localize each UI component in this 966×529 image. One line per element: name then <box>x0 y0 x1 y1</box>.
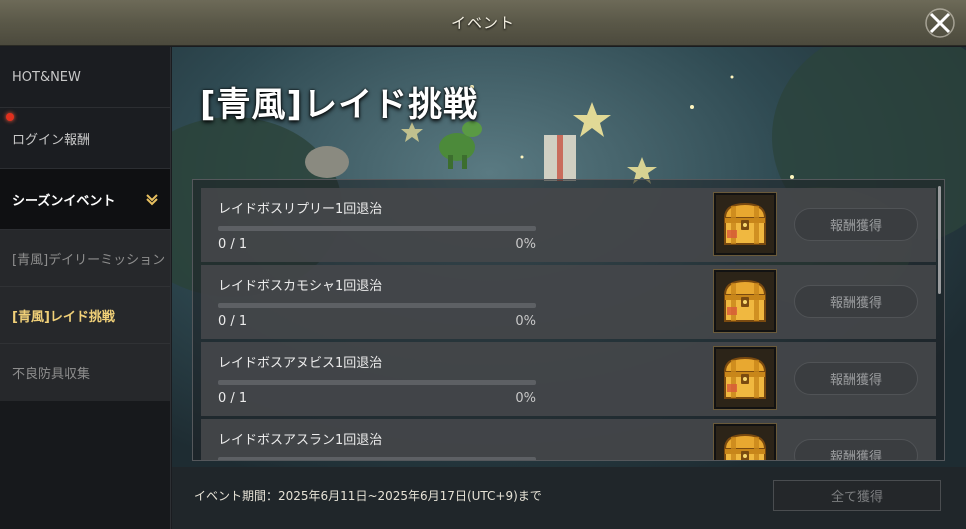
sidebar-item-label: シーズンイベント <box>12 193 116 209</box>
sidebar-subitem-raid-challenge[interactable]: [青風]レイド挑戦 <box>0 287 170 344</box>
sidebar-item-label: HOT&NEW <box>12 69 81 85</box>
main-content: [青風]レイド挑戦 レイドボスリプリー1回退治 0 / 1 0% 報酬獲得 レイ… <box>172 47 966 529</box>
sidebar: HOT&NEW ログイン報酬 シーズンイベント [青風]デイリーミッション [青… <box>0 47 171 529</box>
treasure-chest-icon <box>723 356 767 399</box>
claim-reward-button[interactable]: 報酬獲得 <box>794 208 918 241</box>
treasure-chest-icon <box>723 279 767 322</box>
mission-row: レイドボスリプリー1回退治 0 / 1 0% 報酬獲得 <box>201 188 936 262</box>
sidebar-subitem-label: [青風]デイリーミッション <box>12 252 166 268</box>
mission-list-scrollbar[interactable] <box>938 186 941 294</box>
sidebar-item-hot-new[interactable]: HOT&NEW <box>0 47 170 108</box>
title-bar: イベント <box>0 0 966 46</box>
claim-reward-button[interactable]: 報酬獲得 <box>794 285 918 318</box>
event-period: イベント期間：2025年6月11日~2025年6月17日(UTC+9)まで <box>194 489 542 503</box>
sidebar-item-label: ログイン報酬 <box>12 132 91 148</box>
mission-name: レイドボスアスラン1回退治 <box>218 433 383 448</box>
progress-bar <box>218 226 536 231</box>
page-title: [青風]レイド挑戦 <box>200 85 479 125</box>
window-title: イベント <box>450 14 515 32</box>
close-icon <box>925 8 955 38</box>
mission-name: レイドボスリプリー1回退治 <box>218 202 383 217</box>
progress-count: 0 / 1 <box>218 237 248 252</box>
treasure-chest-icon <box>723 202 767 245</box>
claim-reward-button[interactable]: 報酬獲得 <box>794 439 918 460</box>
season-event-submenu: [青風]デイリーミッション [青風]レイド挑戦 不良防具収集 <box>0 230 170 401</box>
claim-all-button[interactable]: 全て獲得 <box>773 480 941 511</box>
sidebar-item-login-reward[interactable]: ログイン報酬 <box>0 108 170 169</box>
reward-slot[interactable] <box>713 269 777 333</box>
sidebar-subitem-daily-mission[interactable]: [青風]デイリーミッション <box>0 230 170 287</box>
sidebar-subitem-armor-collection[interactable]: 不良防具収集 <box>0 344 170 401</box>
mission-row: レイドボスアヌビス1回退治 0 / 1 0% 報酬獲得 <box>201 342 936 416</box>
mission-name: レイドボスカモシャ1回退治 <box>218 279 383 294</box>
reward-slot[interactable] <box>713 192 777 256</box>
chevron-down-icon <box>146 194 158 206</box>
reward-slot[interactable] <box>713 346 777 410</box>
mission-name: レイドボスアヌビス1回退治 <box>218 356 383 371</box>
sidebar-subitem-label: 不良防具収集 <box>12 367 91 382</box>
mission-list[interactable]: レイドボスリプリー1回退治 0 / 1 0% 報酬獲得 レイドボスカモシャ1回退… <box>192 179 945 461</box>
progress-bar <box>218 303 536 308</box>
notification-badge <box>6 113 14 121</box>
close-button[interactable] <box>924 7 956 39</box>
progress-percent: 0% <box>515 391 536 406</box>
progress-bar <box>218 380 536 385</box>
mission-row: レイドボスカモシャ1回退治 0 / 1 0% 報酬獲得 <box>201 265 936 339</box>
mission-row: レイドボスアスラン1回退治 0 / 1 0% 報酬獲得 <box>201 419 936 460</box>
sidebar-item-season-event[interactable]: シーズンイベント <box>0 169 170 230</box>
progress-bar <box>218 457 536 460</box>
reward-slot[interactable] <box>713 423 777 460</box>
progress-count: 0 / 1 <box>218 391 248 406</box>
sidebar-subitem-label: [青風]レイド挑戦 <box>12 309 115 325</box>
treasure-chest-icon <box>723 433 767 460</box>
claim-reward-button[interactable]: 報酬獲得 <box>794 362 918 395</box>
progress-count: 0 / 1 <box>218 314 248 329</box>
progress-percent: 0% <box>515 237 536 252</box>
progress-percent: 0% <box>515 314 536 329</box>
